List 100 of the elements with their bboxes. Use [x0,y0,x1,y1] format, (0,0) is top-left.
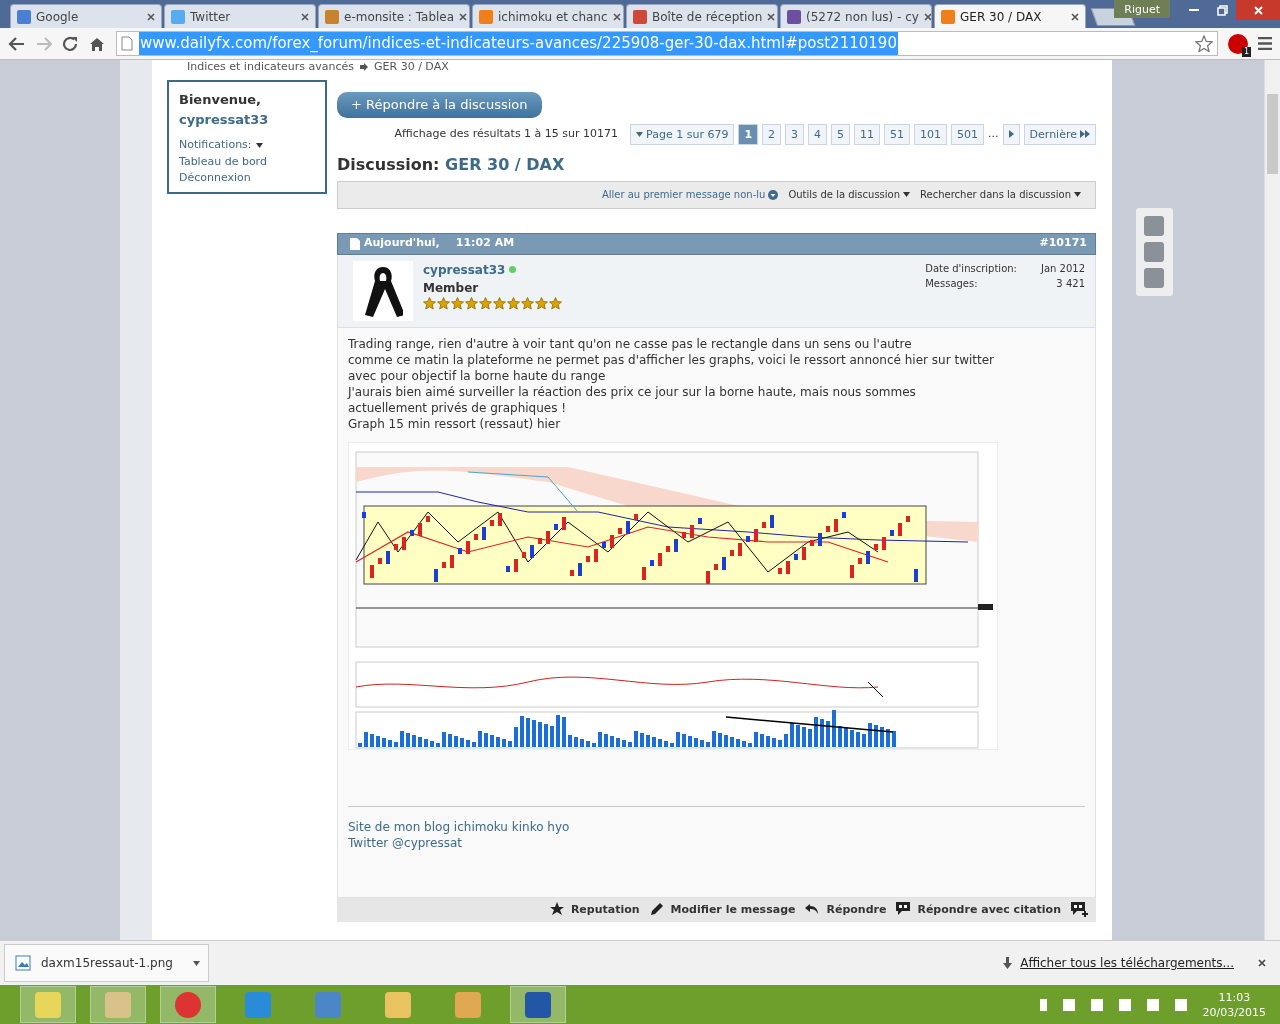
star-icon [423,296,436,310]
ellipsis-text: ... [988,125,999,142]
breadcrumb-arrow-icon [360,63,369,71]
browser-tab[interactable]: e-monsite : Tablea [318,4,470,28]
close-icon[interactable] [459,12,468,21]
caret-icon[interactable] [193,960,200,966]
menu-icon[interactable] [1258,37,1272,50]
stat-label: Date d'inscription: [925,261,1017,276]
download-item[interactable]: daxm15ressaut-1.png [4,944,209,982]
right-triangle-icon [1008,130,1014,138]
star-icon [507,296,520,310]
browser-tab[interactable]: Twitter [164,4,316,28]
star-icon [535,296,548,310]
stat-label: Messages: [925,276,978,291]
extension-icon[interactable]: 1 [1228,33,1248,54]
post-text-line: Trading range, rien d'autre à voir tant qu'on ne casse pas le rectangle dans un sens ou l'autre [348,335,913,352]
close-icon[interactable] [612,12,621,21]
page-link[interactable]: 3 [785,123,805,145]
tools-dropdown[interactable]: Rechercher dans la discussion [920,187,1071,202]
post-text-line: Graph 15 min ressort (ressaut) hier [348,415,562,432]
breadcrumb-link[interactable]: Indices et indicateurs avancés [187,60,355,76]
post-action-button[interactable]: Modifier le message [649,901,796,918]
clock-date: 20/03/2015 [1202,1004,1266,1020]
caret-icon [636,131,644,137]
browser-tab[interactable]: (5272 non lus) - cy [780,4,932,28]
multi-quote-button[interactable] [1071,901,1088,918]
post-date: Aujourd'hui, [364,235,440,252]
post-action-button[interactable]: Répondre avec citation [896,901,1061,918]
discussion-label: Discussion: [337,154,440,174]
star-icon [451,296,464,310]
close-icon[interactable] [147,12,155,21]
clock-time: 11:03 [1217,989,1252,1005]
last-page-link[interactable]: Dernière [1023,123,1096,145]
browser-tab[interactable]: ichimoku et chanc [472,4,624,28]
post-text-line: comme ce matin la plateforme ne permet pas d'afficher les graphs, voici le ressort annoncé hier sur twitter [348,351,995,368]
download-filename: daxm15ressaut-1.png [41,955,173,972]
close-icon[interactable] [923,12,931,21]
close-icon[interactable] [1258,959,1266,967]
vertical-scrollbar[interactable] [1264,60,1280,940]
browser-tab[interactable]: GER 30 / DAX [934,4,1086,28]
restore-icon [1216,4,1228,16]
bookmark-star-icon[interactable] [1195,35,1213,52]
page-link[interactable]: 101 [914,123,948,145]
results-count: Affichage des résultats 1 à 15 sur 10171 [394,125,619,142]
star-icon [465,296,478,310]
page-link[interactable]: 4 [808,123,828,145]
image-file-icon [15,955,31,971]
breadcrumb-current: GER 30 / DAX [374,60,449,75]
star-icon [479,296,492,310]
trend-line [867,681,884,697]
profile-name[interactable]: Riguet [1114,0,1170,18]
close-icon[interactable] [1071,12,1079,21]
page-link[interactable]: 51 [884,123,911,145]
page-link[interactable]: 2 [762,123,782,145]
page-link[interactable]: 11 [854,123,881,145]
page-link[interactable]: 501 [951,123,985,145]
reply-button[interactable]: + Répondre à la discussion [337,92,542,118]
home-icon[interactable] [89,35,106,52]
author-link[interactable]: cypressat33 [423,260,506,279]
signature-link[interactable]: Site de mon blog ichimoku kinko hyo [348,819,570,834]
caret-icon [255,142,263,148]
extension-badge: 1 [1241,46,1251,57]
clock[interactable]: 11:03 20/03/2015 [1202,989,1266,1020]
close-button[interactable] [1236,0,1280,20]
post-action-button[interactable]: Répondre [805,901,887,918]
browser-tab[interactable]: Google [10,4,162,28]
user-rank: Member [423,279,480,297]
post-number-link[interactable]: #10171 [1039,235,1087,252]
back-arrow-icon[interactable] [8,35,25,52]
greeting-text: Bienvenue, [179,91,262,109]
stat-value: Jan 2012 [1040,261,1085,276]
post-text-line: actuellement privés de graphiques ! [348,399,568,416]
page-select-dropdown[interactable]: Page 1 sur 679 [630,123,735,145]
caret-icon [1074,192,1081,197]
user-menu-link[interactable]: Déconnexion [179,170,251,187]
discussion-title[interactable]: GER 30 / DAX [445,154,565,174]
user-menu-link[interactable]: Notifications: [179,137,252,154]
post-text-line: avec pour objectif la borne haute du range [348,367,607,384]
address-bar[interactable]: www.dailyfx.com/forex_forum/indices-et-indicateurs-avances/225908-ger-30-dax.html#post2110190 [116,31,1218,56]
post-text-line: J'aurais bien aimé surveiller la réaction des prix ce jour sur la borne haute, mais nous sommes [348,383,917,400]
signature-link[interactable]: Twitter @cypressat [348,835,462,850]
close-icon[interactable] [301,12,309,21]
star-icon [493,296,506,310]
next-page-button[interactable] [1002,123,1020,145]
close-icon[interactable] [767,12,776,21]
show-all-downloads-link[interactable]: Afficher tous les téléchargements... [1020,954,1234,972]
tools-dropdown[interactable]: Outils de la discussion [788,187,901,202]
page-link[interactable]: 1 [738,123,759,145]
double-triangle-icon [1080,130,1090,138]
user-menu-link[interactable]: Tableau de bord [179,153,267,170]
first-unread-link[interactable]: Aller au premier message non-lu [601,187,766,202]
reload-icon[interactable] [62,35,79,52]
post-time: 11:02 AM [455,235,515,252]
page-link[interactable]: 5 [831,123,851,145]
document-icon [350,237,360,250]
page-icon [121,36,133,51]
browser-tab[interactable]: Boîte de réception [626,4,778,28]
username-link[interactable]: cypressat33 [179,109,315,129]
post-action-button[interactable]: Reputation [549,901,640,918]
star-icon [437,296,450,310]
